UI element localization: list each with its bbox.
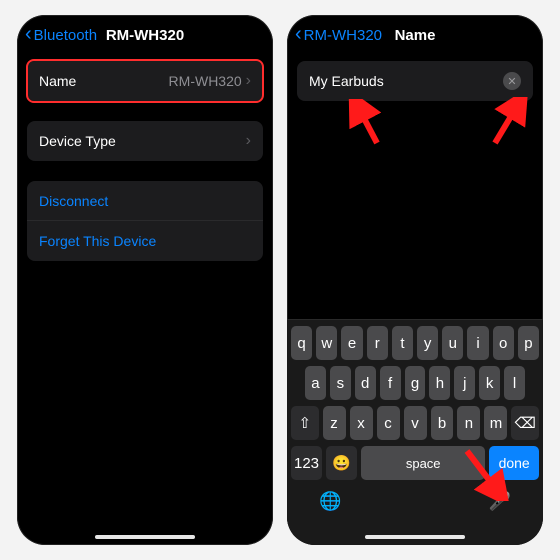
chevron-left-icon: ‹ <box>295 24 302 44</box>
key-f[interactable]: f <box>380 366 401 400</box>
row-device-type-label: Device Type <box>39 133 246 149</box>
disconnect-label: Disconnect <box>39 193 251 209</box>
page-title: RM-WH320 <box>106 27 184 44</box>
key-g[interactable]: g <box>405 366 426 400</box>
key-⌫[interactable]: ⌫ <box>511 406 539 440</box>
key-m[interactable]: m <box>484 406 507 440</box>
row-disconnect[interactable]: Disconnect <box>27 181 263 221</box>
mic-icon[interactable]: 🎤 <box>489 491 511 512</box>
key-u[interactable]: u <box>442 326 463 360</box>
key-123[interactable]: 123 <box>291 446 322 480</box>
key-w[interactable]: w <box>316 326 337 360</box>
chevron-right-icon: › <box>246 132 251 150</box>
page-title: Name <box>395 27 436 44</box>
key-n[interactable]: n <box>457 406 480 440</box>
key-t[interactable]: t <box>392 326 413 360</box>
key-r[interactable]: r <box>367 326 388 360</box>
navbar: ‹ RM-WH320 Name <box>287 15 543 55</box>
key-done[interactable]: done <box>489 446 539 480</box>
back-button[interactable]: ‹ Bluetooth <box>25 26 97 44</box>
key-o[interactable]: o <box>493 326 514 360</box>
chevron-left-icon: ‹ <box>25 24 32 44</box>
key-k[interactable]: k <box>479 366 500 400</box>
row-name-label: Name <box>39 73 169 89</box>
row-forget[interactable]: Forget This Device <box>27 221 263 261</box>
back-label: Bluetooth <box>34 27 97 44</box>
row-name-value: RM-WH320 <box>169 73 242 89</box>
key-q[interactable]: q <box>291 326 312 360</box>
content: Name RM-WH320 › Device Type › Disconnect… <box>17 55 273 545</box>
key-j[interactable]: j <box>454 366 475 400</box>
home-indicator[interactable] <box>95 535 195 539</box>
phone-left: ‹ Bluetooth RM-WH320 Name RM-WH320 › Dev… <box>17 15 273 545</box>
key-v[interactable]: v <box>404 406 427 440</box>
globe-icon[interactable]: 🌐 <box>319 491 341 512</box>
home-indicator[interactable] <box>365 535 465 539</box>
key-x[interactable]: x <box>350 406 373 440</box>
key-s[interactable]: s <box>330 366 351 400</box>
key-e[interactable]: e <box>341 326 362 360</box>
key-space[interactable]: space <box>361 446 485 480</box>
name-input[interactable]: My Earbuds <box>309 73 503 89</box>
name-input-cell[interactable]: My Earbuds ✕ <box>297 61 533 101</box>
key-d[interactable]: d <box>355 366 376 400</box>
key-y[interactable]: y <box>417 326 438 360</box>
key-c[interactable]: c <box>377 406 400 440</box>
back-button[interactable]: ‹ RM-WH320 <box>295 26 382 44</box>
key-z[interactable]: z <box>323 406 346 440</box>
key-b[interactable]: b <box>431 406 454 440</box>
keyboard: qwertyuiop asdfghjkl ⇧zxcvbnm⌫ 123😀space… <box>287 319 543 545</box>
key-h[interactable]: h <box>429 366 450 400</box>
key-i[interactable]: i <box>467 326 488 360</box>
phone-right: ‹ RM-WH320 Name My Earbuds ✕ qwertyuiop … <box>287 15 543 545</box>
key-⇧[interactable]: ⇧ <box>291 406 319 440</box>
key-p[interactable]: p <box>518 326 539 360</box>
key-a[interactable]: a <box>305 366 326 400</box>
clear-icon[interactable]: ✕ <box>503 72 521 90</box>
row-device-type[interactable]: Device Type › <box>27 121 263 161</box>
navbar: ‹ Bluetooth RM-WH320 <box>17 15 273 55</box>
key-😀[interactable]: 😀 <box>326 446 357 480</box>
forget-label: Forget This Device <box>39 233 251 249</box>
back-label: RM-WH320 <box>304 27 382 44</box>
key-l[interactable]: l <box>504 366 525 400</box>
chevron-right-icon: › <box>246 72 251 90</box>
row-name[interactable]: Name RM-WH320 › <box>27 61 263 101</box>
